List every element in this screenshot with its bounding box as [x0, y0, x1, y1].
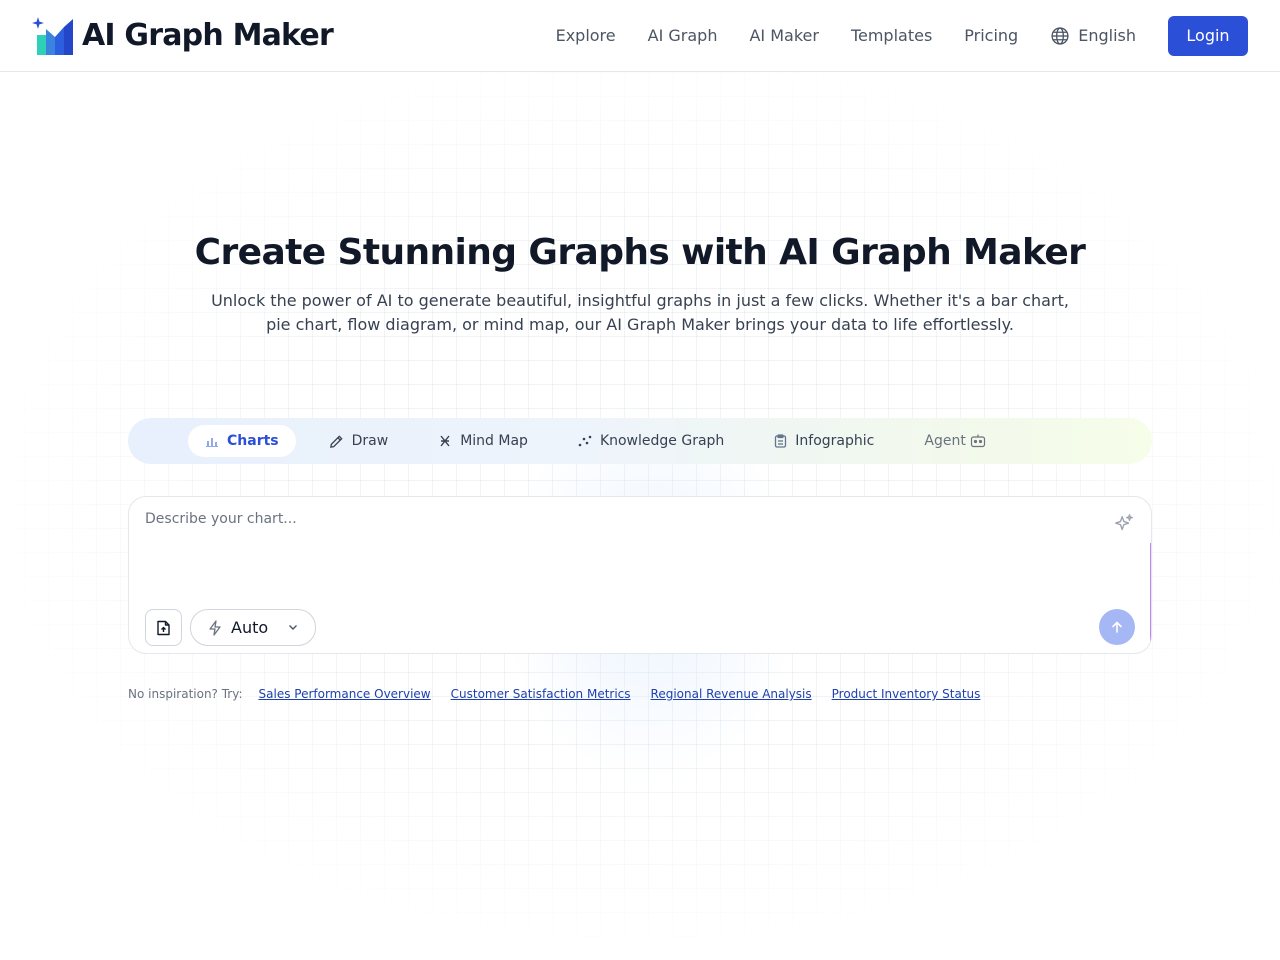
tab-mind-map[interactable]: Mind Map — [421, 425, 545, 457]
clipboard-icon — [774, 434, 787, 448]
hero-title: Create Stunning Graphs with AI Graph Mak… — [194, 232, 1086, 273]
lightning-icon — [207, 619, 223, 636]
language-selector[interactable]: English — [1050, 26, 1136, 46]
tab-agent[interactable]: Agent — [907, 425, 1002, 457]
hero-subtitle: Unlock the power of AI to generate beaut… — [211, 291, 1069, 334]
tab-knowledge-graph[interactable]: Knowledge Graph — [561, 425, 741, 457]
globe-icon — [1050, 26, 1070, 46]
bar-chart-icon — [205, 434, 219, 448]
tab-label: Mind Map — [460, 433, 528, 449]
mode-tabs: Charts Draw Mind Map Knowledge Graph Inf… — [128, 418, 1152, 464]
nav-templates[interactable]: Templates — [851, 26, 932, 45]
scatter-icon — [578, 434, 592, 448]
prompt-box: Auto — [128, 496, 1152, 654]
top-navbar: AI Graph Maker Explore AI Graph AI Maker… — [0, 0, 1280, 72]
mode-select[interactable]: Auto — [190, 609, 316, 646]
language-label: English — [1078, 26, 1136, 45]
sparkle-icon[interactable] — [1113, 513, 1135, 535]
mind-map-icon — [438, 434, 452, 448]
brand[interactable]: AI Graph Maker — [32, 15, 334, 57]
nav-ai-graph[interactable]: AI Graph — [648, 26, 718, 45]
tab-charts[interactable]: Charts — [188, 425, 296, 457]
brand-name: AI Graph Maker — [82, 18, 334, 53]
login-button[interactable]: Login — [1168, 15, 1248, 56]
tab-label: Knowledge Graph — [599, 433, 725, 449]
tab-label: Draw — [351, 433, 389, 449]
suggestions: No inspiration? Try: Sales Performance O… — [128, 686, 1000, 702]
suggestion-link[interactable]: Product Inventory Status — [832, 687, 981, 701]
nav-pricing[interactable]: Pricing — [964, 26, 1018, 45]
file-upload-icon — [156, 620, 171, 636]
main-content: Create Stunning Graphs with AI Graph Mak… — [0, 72, 1280, 960]
robot-icon — [970, 434, 986, 448]
tab-label: Agent — [924, 433, 966, 449]
tab-label: Charts — [227, 433, 279, 449]
suggestion-link[interactable]: Regional Revenue Analysis — [651, 687, 812, 701]
tab-draw[interactable]: Draw — [312, 425, 406, 457]
logo-icon — [32, 15, 74, 57]
send-button[interactable] — [1099, 609, 1135, 645]
mode-label: Auto — [231, 618, 269, 637]
upload-file-button[interactable] — [145, 609, 182, 646]
arrow-up-icon — [1110, 620, 1124, 634]
nav-explore[interactable]: Explore — [556, 26, 616, 45]
pencil-icon — [329, 434, 344, 449]
main-nav: Explore AI Graph AI Maker Templates Pric… — [524, 15, 1248, 56]
suggestion-link[interactable]: Sales Performance Overview — [259, 687, 431, 701]
chart-description-input[interactable] — [145, 511, 1085, 591]
tab-infographic[interactable]: Infographic — [757, 425, 891, 457]
chevron-down-icon — [287, 621, 299, 633]
suggestion-link[interactable]: Customer Satisfaction Metrics — [451, 687, 631, 701]
tab-label: Infographic — [795, 433, 875, 449]
suggestions-label: No inspiration? Try: — [128, 687, 243, 701]
nav-ai-maker[interactable]: AI Maker — [749, 26, 818, 45]
